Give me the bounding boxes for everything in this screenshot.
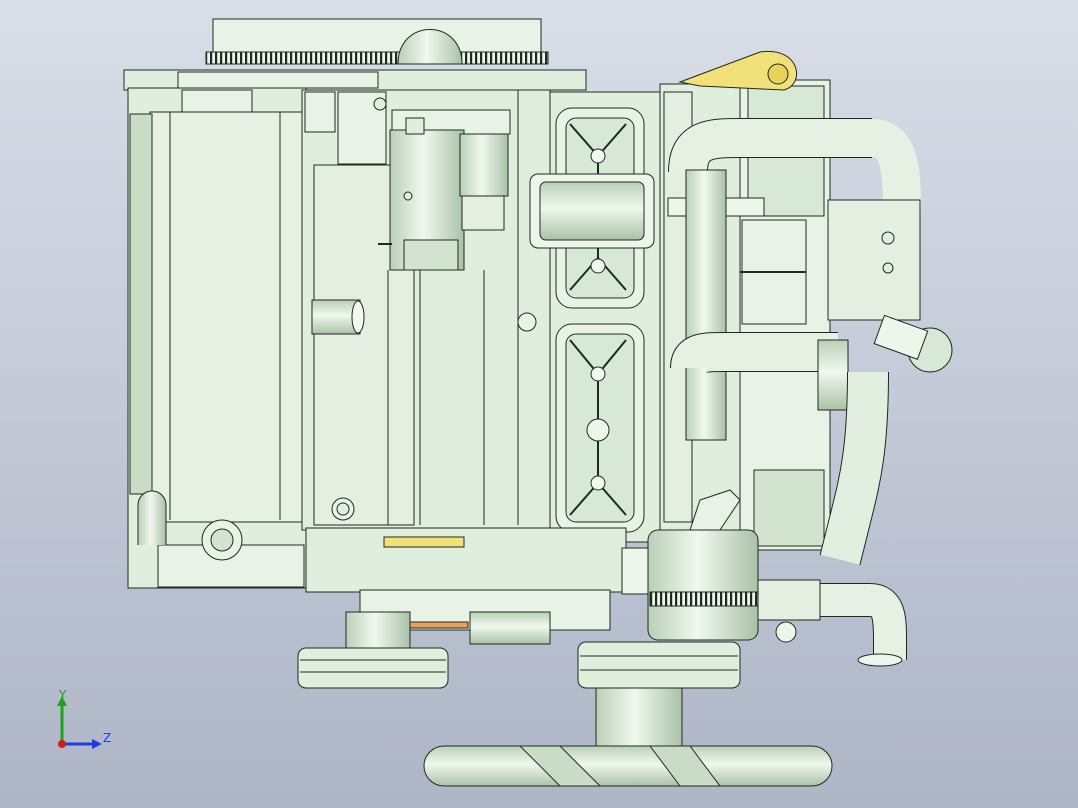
cooling-fan <box>423 745 833 787</box>
flywheel-ring-gear <box>205 18 549 65</box>
triad-x-axis <box>58 740 66 748</box>
triad-z-label: Z <box>103 731 111 745</box>
cad-viewport[interactable]: Y Z <box>0 0 1078 808</box>
valve-cover <box>529 91 661 543</box>
triad-y-label: Y <box>58 688 67 702</box>
bell-housing <box>127 87 307 589</box>
